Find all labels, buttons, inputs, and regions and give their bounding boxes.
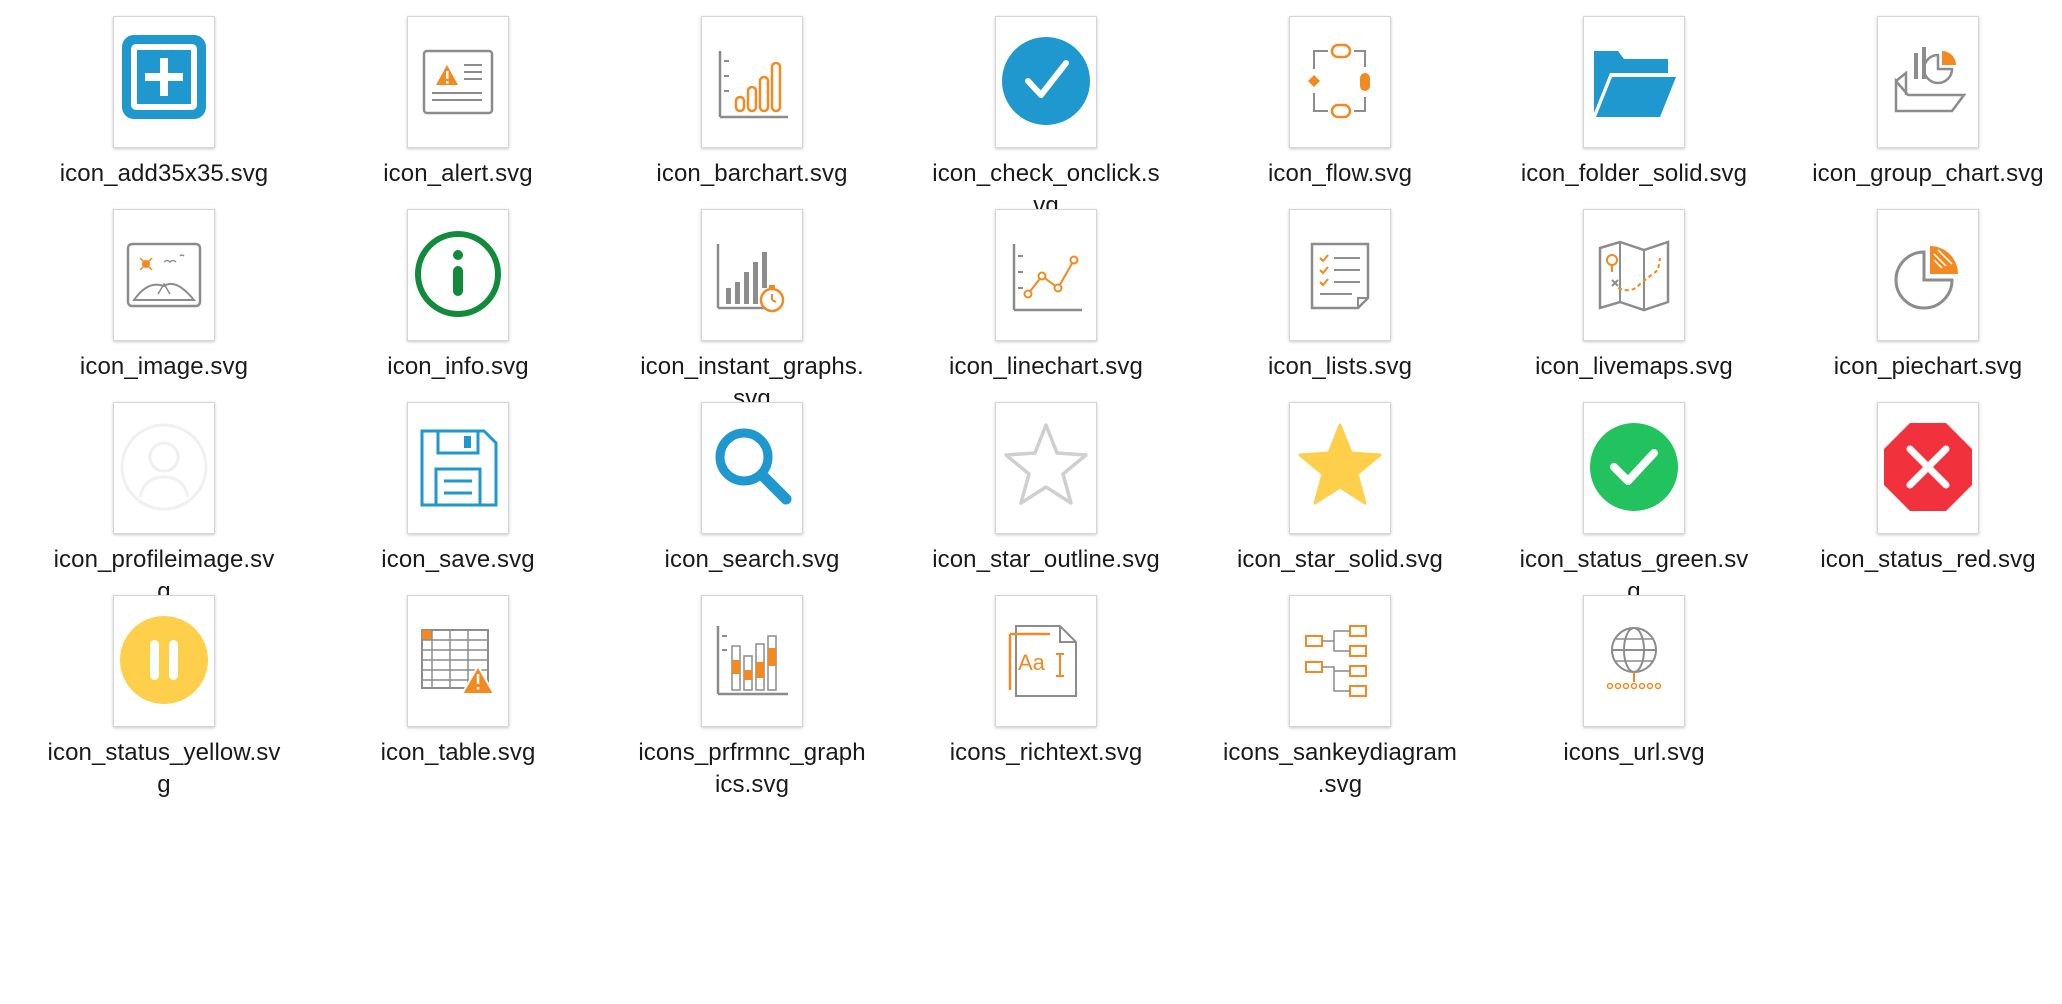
file-thumbnail[interactable] (1289, 16, 1391, 148)
info-icon (415, 231, 501, 317)
file-name: icon_status_yellow.sv g (47, 739, 281, 798)
file-name: icon_table.svg (380, 739, 536, 766)
search-icon (715, 428, 792, 505)
file-thumbnail[interactable]: Aa (995, 595, 1097, 727)
file-thumbnail[interactable] (1583, 402, 1685, 534)
file-item[interactable]: icon_status_red.svg (1788, 386, 2062, 626)
piechart-icon (1894, 246, 1958, 310)
file-thumbnail[interactable] (1877, 16, 1979, 148)
file-name: icon_flow.svg (1267, 160, 1413, 187)
table-icon (421, 629, 496, 695)
file-item[interactable]: icon_status_yellow.sv g (24, 579, 304, 819)
linechart-icon (1012, 244, 1082, 312)
file-item[interactable]: icons_url.svg (1494, 579, 1774, 819)
file-name: icon_piechart.svg (1833, 353, 2023, 380)
livemaps-icon (1598, 240, 1670, 312)
check-icon (1002, 37, 1090, 125)
barchart-icon (718, 51, 788, 119)
file-thumbnail[interactable] (407, 402, 509, 534)
star-solid-icon (1298, 423, 1382, 505)
file-name: icon_lists.svg (1267, 353, 1413, 380)
status-red-icon (1884, 423, 1972, 511)
file-item[interactable]: icons_sankeydiagram .svg (1200, 579, 1480, 819)
svg-text:Aa: Aa (1018, 650, 1046, 675)
add-icon (122, 35, 206, 119)
file-thumbnail[interactable] (1289, 402, 1391, 534)
file-name: icons_richtext.svg (949, 739, 1143, 766)
image-icon (126, 242, 202, 308)
file-name: icon_barchart.svg (656, 160, 848, 187)
file-thumbnail[interactable] (113, 209, 215, 341)
file-name: icon_add35x35.svg (59, 160, 269, 187)
file-name: icon_star_outline.svg (932, 546, 1160, 573)
file-name: icon_image.svg (79, 353, 249, 380)
file-thumbnail[interactable] (995, 402, 1097, 534)
instant-graphs-icon (716, 244, 785, 313)
file-thumbnail[interactable] (1289, 209, 1391, 341)
status-green-icon (1590, 423, 1678, 511)
file-thumbnail[interactable] (1583, 595, 1685, 727)
file-thumbnail[interactable] (1877, 209, 1979, 341)
file-thumbnail[interactable] (995, 16, 1097, 148)
file-thumbnail[interactable] (407, 16, 509, 148)
file-thumbnail[interactable] (113, 402, 215, 534)
file-name: icon_search.svg (664, 546, 840, 573)
lists-icon (1310, 242, 1370, 310)
url-icon (1606, 627, 1662, 690)
file-thumbnail[interactable] (995, 209, 1097, 341)
file-name: icon_group_chart.svg (1812, 160, 2044, 187)
file-thumbnail[interactable] (113, 16, 215, 148)
file-thumbnail[interactable] (701, 402, 803, 534)
file-grid: icon_add35x35.svg icon_alert.svg icon_ba… (0, 0, 2062, 1004)
file-thumbnail[interactable] (1583, 16, 1685, 148)
flow-icon (1308, 43, 1370, 119)
file-name: icon_save.svg (381, 546, 535, 573)
folder-icon (1594, 51, 1676, 117)
file-thumbnail[interactable] (407, 595, 509, 727)
file-name: icon_folder_solid.svg (1520, 160, 1748, 187)
alert-icon (422, 49, 494, 115)
file-thumbnail[interactable] (701, 595, 803, 727)
file-thumbnail[interactable] (1877, 402, 1979, 534)
profile-image-icon (120, 423, 208, 511)
sankey-diagram-icon (1305, 625, 1367, 697)
file-thumbnail[interactable] (1289, 595, 1391, 727)
file-name: icon_livemaps.svg (1535, 353, 1733, 380)
file-item[interactable]: Aa icons_richtext.svg (906, 579, 1186, 819)
file-item[interactable]: icons_prfrmnc_graph ics.svg (612, 579, 892, 819)
file-thumbnail[interactable] (407, 209, 509, 341)
file-item[interactable]: icon_table.svg (318, 579, 598, 819)
file-name: icons_url.svg (1563, 739, 1705, 766)
file-thumbnail[interactable] (701, 16, 803, 148)
star-outline-icon (1004, 423, 1088, 505)
file-name: icon_alert.svg (383, 160, 533, 187)
file-thumbnail[interactable] (701, 209, 803, 341)
file-thumbnail[interactable] (1583, 209, 1685, 341)
file-name: icon_linechart.svg (949, 353, 1143, 380)
richtext-icon: Aa (1008, 625, 1077, 697)
file-name: icon_info.svg (387, 353, 529, 380)
status-yellow-icon (120, 616, 208, 704)
file-name: icons_prfrmnc_graph ics.svg (638, 739, 866, 798)
group-chart-icon (1894, 47, 1967, 113)
file-name: icon_star_solid.svg (1236, 546, 1443, 573)
performance-graphics-icon (716, 626, 788, 696)
file-thumbnail[interactable] (113, 595, 215, 727)
file-name: icons_sankeydiagram .svg (1222, 739, 1458, 798)
file-name: icon_status_red.svg (1820, 546, 2036, 573)
save-icon (420, 429, 498, 507)
